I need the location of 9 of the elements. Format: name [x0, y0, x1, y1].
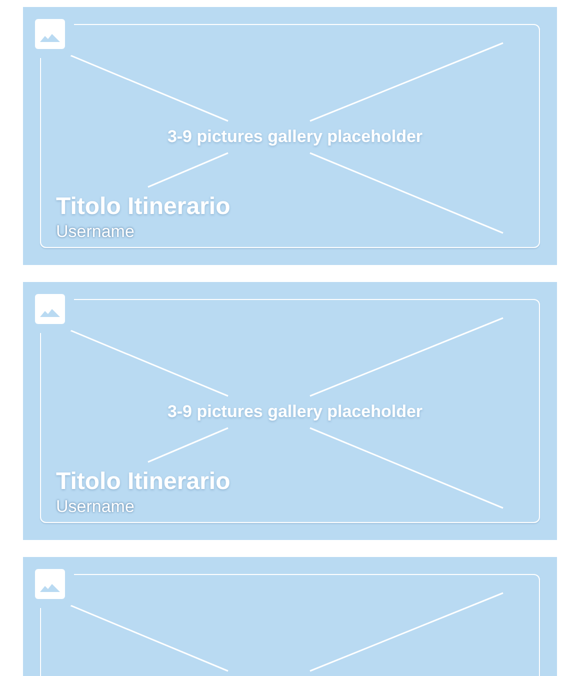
image-icon	[35, 294, 65, 324]
username: Username	[56, 222, 136, 242]
placeholder-label: 3-9 pictures gallery placeholder	[167, 401, 423, 424]
itinerary-title: Titolo Itinerario	[56, 192, 232, 222]
username: Username	[56, 497, 136, 517]
itinerary-title: Titolo Itinerario	[56, 467, 232, 497]
placeholder-label: 3-9 pictures gallery placeholder	[167, 126, 423, 148]
image-icon	[35, 569, 65, 599]
image-icon	[35, 19, 65, 49]
